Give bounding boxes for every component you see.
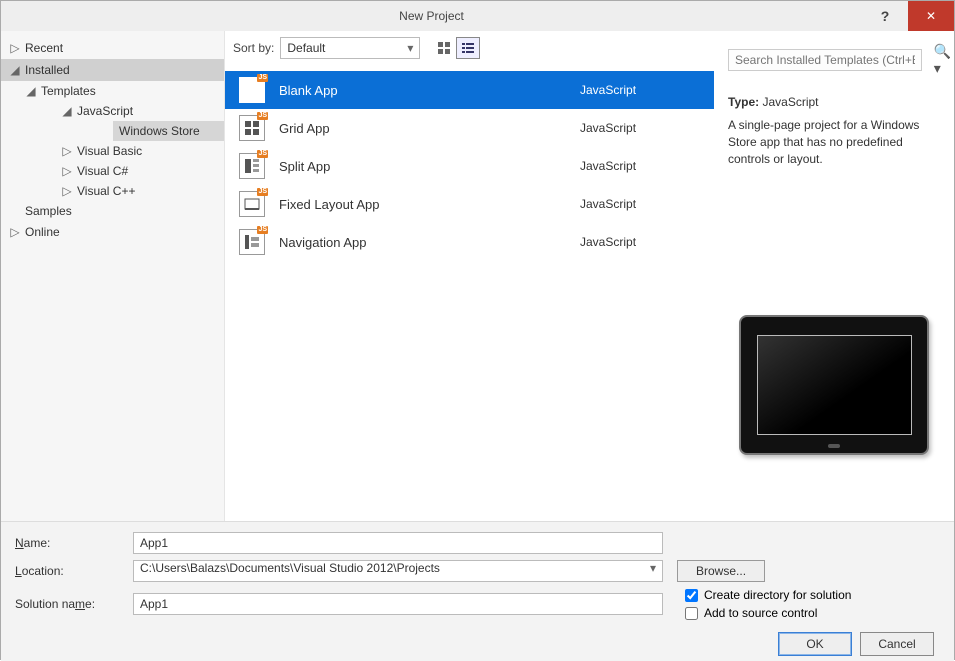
template-preview (728, 315, 940, 455)
navigation-app-icon: JS (239, 229, 265, 255)
titlebar: New Project ? ✕ (1, 1, 954, 31)
solution-name-label: Solution name: (15, 597, 125, 611)
fixed-layout-icon: JS (239, 191, 265, 217)
type-label: Type: (728, 95, 759, 109)
split-app-icon: JS (239, 153, 265, 179)
tree-recent[interactable]: ▷Recent (1, 37, 224, 59)
tree-online[interactable]: ▷Online (1, 221, 224, 243)
template-navigation-app[interactable]: JS Navigation App JavaScript (225, 223, 714, 261)
add-source-control-checkbox[interactable]: Add to source control (685, 606, 851, 620)
cancel-button[interactable]: Cancel (860, 632, 934, 656)
tree-visual-csharp[interactable]: ▷Visual C# (55, 161, 224, 181)
location-label: Location: (15, 564, 125, 578)
template-split-app[interactable]: JS Split App JavaScript (225, 147, 714, 185)
template-description: A single-page project for a Windows Stor… (728, 117, 940, 167)
create-directory-checkbox[interactable]: Create directory for solution (685, 588, 851, 602)
browse-button[interactable]: Browse... (677, 560, 765, 582)
window-title: New Project (1, 9, 862, 23)
tree-samples[interactable]: Samples (19, 201, 224, 221)
tree-windows-store[interactable]: Windows Store (113, 121, 224, 141)
tree-javascript[interactable]: ◢JavaScript (55, 101, 224, 121)
template-grid-app[interactable]: JS Grid App JavaScript (225, 109, 714, 147)
view-list-button[interactable] (456, 37, 480, 59)
template-blank-app[interactable]: JS Blank App JavaScript (225, 71, 714, 109)
type-value: JavaScript (762, 95, 818, 109)
tree-visual-cpp[interactable]: ▷Visual C++ (55, 181, 224, 201)
template-fixed-layout-app[interactable]: JS Fixed Layout App JavaScript (225, 185, 714, 223)
search-input[interactable] (728, 49, 922, 71)
grid-app-icon: JS (239, 115, 265, 141)
sort-by-select[interactable]: Default (280, 37, 420, 59)
name-label: Name: (15, 536, 125, 550)
grid-icon (437, 41, 451, 55)
help-button[interactable]: ? (862, 1, 908, 31)
close-button[interactable]: ✕ (908, 1, 954, 31)
tree-templates[interactable]: ◢Templates (19, 81, 224, 101)
location-input[interactable]: C:\Users\Balazs\Documents\Visual Studio … (133, 560, 663, 582)
solution-name-input[interactable] (133, 593, 663, 615)
toolbar: Sort by: Default (225, 31, 714, 65)
name-input[interactable] (133, 532, 663, 554)
tree-visual-basic[interactable]: ▷Visual Basic (55, 141, 224, 161)
tree-installed[interactable]: ◢Installed (1, 59, 224, 81)
category-tree: ▷Recent ◢Installed ◢Templates ◢JavaScrip… (1, 31, 225, 521)
info-panel: 🔍▾ Type: JavaScript A single-page projec… (714, 31, 954, 521)
view-grid-button[interactable] (432, 37, 456, 59)
template-list: JS Blank App JavaScript JS Grid App Java… (225, 65, 714, 521)
blank-app-icon: JS (239, 77, 265, 103)
list-icon (461, 41, 475, 55)
ok-button[interactable]: OK (778, 632, 852, 656)
search-icon[interactable]: 🔍▾ (928, 43, 955, 77)
sort-by-label: Sort by: (233, 41, 274, 55)
bottom-form: Name: Location: C:\Users\Balazs\Document… (1, 521, 954, 661)
